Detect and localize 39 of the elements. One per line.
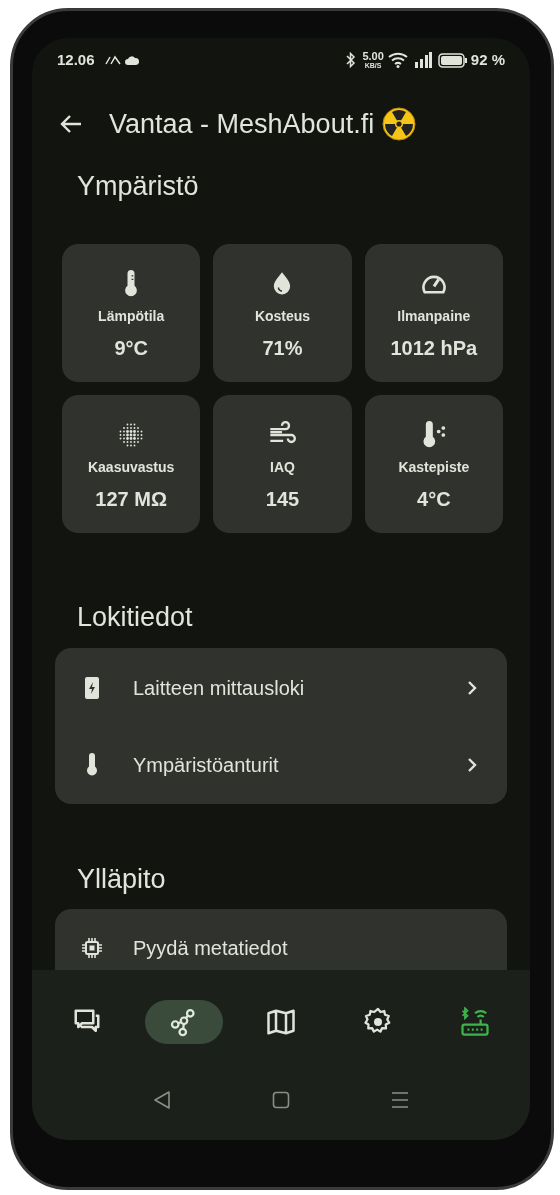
tile-label: Ilmanpaine bbox=[397, 307, 471, 326]
tile-value: 71% bbox=[262, 336, 303, 361]
home-nav-icon[interactable] bbox=[272, 1091, 290, 1109]
list-item[interactable]: Ympäristöanturit bbox=[55, 726, 507, 803]
chip-icon bbox=[80, 935, 104, 960]
list-item[interactable]: Pyydä metatiedot bbox=[55, 909, 507, 970]
tile-label: Kastepiste bbox=[398, 458, 470, 477]
tile-value: 1012 hPa bbox=[390, 336, 478, 361]
section-heading: Ylläpito bbox=[76, 863, 167, 896]
section-heading: Lokitiedot bbox=[76, 601, 194, 634]
tile-value: 145 bbox=[265, 487, 300, 512]
tile-value: 127 MΩ bbox=[95, 487, 167, 512]
back-nav-icon[interactable] bbox=[152, 1090, 171, 1110]
tile-label: Kosteus bbox=[254, 307, 311, 326]
nav-tab[interactable] bbox=[144, 1000, 223, 1044]
chevron-right-icon bbox=[467, 679, 477, 696]
cloud-icon bbox=[124, 55, 139, 65]
tile-label: IAQ bbox=[270, 458, 295, 477]
list-item[interactable]: Laitteen mittausloki bbox=[55, 649, 507, 726]
battery-percent: 92 % bbox=[470, 49, 505, 70]
back-arrow-icon bbox=[60, 114, 82, 134]
screen-title: Vantaa - MeshAbout.fi bbox=[109, 107, 375, 141]
tile-label: Kaasuvastus bbox=[87, 458, 175, 477]
bluetooth-router-icon bbox=[460, 1007, 491, 1037]
bluetooth-icon bbox=[346, 52, 357, 68]
wifi-icon bbox=[387, 52, 410, 68]
tile-value: 9°C bbox=[114, 336, 148, 361]
tile-label: Lämpötila bbox=[98, 307, 165, 326]
radiation-icon bbox=[382, 107, 417, 141]
network-speed: 5.00 bbox=[362, 51, 384, 62]
recents-nav-icon[interactable] bbox=[391, 1091, 410, 1109]
section-heading: Ympäristö bbox=[76, 170, 200, 203]
battery-icon bbox=[437, 52, 468, 68]
signal-arrows-icon bbox=[104, 55, 121, 65]
chevron-right-icon bbox=[467, 756, 477, 773]
tile-value: 4°C bbox=[417, 487, 451, 512]
map-icon bbox=[265, 1007, 296, 1037]
cell-signal-icon bbox=[413, 52, 432, 68]
status-time: 12.06 bbox=[57, 49, 95, 70]
